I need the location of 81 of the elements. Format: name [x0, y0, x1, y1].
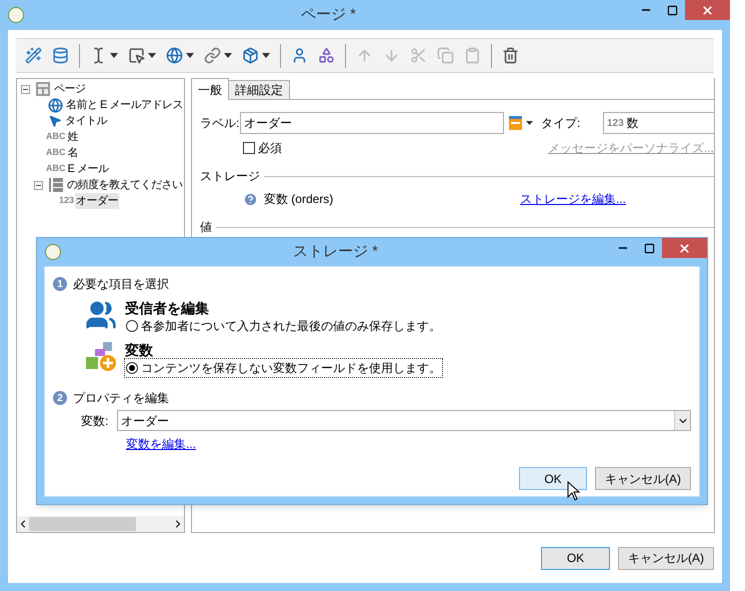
caret-icon — [262, 53, 270, 58]
step-number: 1 — [53, 277, 67, 291]
scissors-icon — [410, 47, 427, 64]
close-icon — [678, 242, 691, 254]
type-label: 123 — [59, 194, 74, 208]
type-label: ABC — [46, 146, 66, 160]
clipboard-icon — [464, 47, 481, 64]
arrow-down-icon — [383, 47, 400, 64]
package-icon — [242, 47, 259, 64]
checkbox[interactable] — [242, 142, 255, 154]
page-layout-icon — [35, 81, 51, 97]
step-title: 必要な項目を選択 — [73, 276, 169, 293]
step-title: プロパティを編集 — [73, 390, 169, 407]
caret-icon — [224, 53, 232, 58]
type-label: ABC — [46, 130, 66, 144]
wand-icon — [25, 47, 42, 64]
maximize-icon — [644, 242, 654, 254]
option-title: 変数 — [125, 341, 154, 359]
close-icon — [701, 4, 714, 16]
close-button[interactable] — [685, 0, 730, 20]
dialog-button[interactable]: OK — [519, 467, 587, 490]
field-label: タイプ: — [540, 115, 582, 132]
edit-storage-link[interactable]: ストレージを編集... — [520, 190, 626, 208]
type-input[interactable]: 123 数 — [602, 112, 714, 134]
globe-icon — [166, 47, 183, 64]
horizontal-scrollbar[interactable] — [17, 516, 184, 532]
trash-icon — [502, 47, 519, 64]
app-icon — [45, 244, 61, 260]
window-title: ページ * — [300, 4, 357, 25]
edit-variable-link[interactable]: 変数を編集... — [126, 435, 196, 453]
option-description: コンテンツを保存しない変数フィールドを使用します。 — [141, 360, 441, 377]
option-title: 受信者を編集 — [125, 299, 210, 317]
storage-value: 変数 (orders) — [264, 191, 334, 208]
app-icon — [8, 7, 24, 23]
list-icon — [48, 177, 64, 193]
user-icon — [291, 47, 308, 64]
radio-button[interactable] — [126, 320, 138, 332]
section-title: 値 — [200, 219, 212, 236]
field-label: 変数: — [81, 412, 110, 430]
link-icon — [204, 47, 221, 64]
window-title: ストレージ * — [292, 242, 379, 262]
people-icon — [85, 299, 117, 331]
shapes-icon — [318, 47, 335, 64]
radio-button[interactable] — [126, 362, 138, 374]
tree-item[interactable]: E メール — [66, 160, 110, 178]
caret-icon — [186, 53, 194, 58]
tree-item[interactable]: オーダー — [75, 192, 120, 210]
database-icon — [52, 47, 69, 64]
checkbox-label: 必須 — [258, 140, 282, 157]
help-icon — [242, 192, 258, 206]
arrow-up-icon — [356, 47, 373, 64]
tree-item[interactable]: 名 — [66, 144, 79, 162]
caret-icon — [110, 53, 118, 58]
collapse-icon[interactable] — [20, 84, 30, 94]
globe-icon — [48, 98, 63, 112]
maximize-icon — [666, 4, 678, 16]
tab[interactable]: 一般 — [190, 78, 229, 100]
collapse-icon[interactable] — [34, 180, 42, 190]
dialog-button[interactable]: キャンセル(A) — [595, 467, 691, 490]
tree-item[interactable]: 姓 — [66, 128, 79, 146]
variable-dropdown[interactable]: オーダー — [117, 410, 691, 431]
dialog-button[interactable]: キャンセル(A) — [618, 546, 714, 570]
dialog-button[interactable]: OK — [541, 546, 610, 570]
close-button[interactable] — [662, 238, 707, 258]
field-label: ラベル: — [200, 115, 240, 132]
step-number: 2 — [53, 391, 67, 405]
pointer-icon — [48, 114, 62, 128]
caret-icon — [148, 53, 156, 58]
tree-item[interactable]: ページ — [53, 80, 86, 98]
section-title: ストレージ — [200, 168, 260, 185]
personalize-icon[interactable] — [508, 116, 533, 130]
pointer-icon — [128, 47, 145, 64]
label-input[interactable]: オーダー — [240, 112, 504, 134]
tree-item[interactable]: 名前と E メールアドレス — [65, 96, 184, 114]
tree-item[interactable]: の頻度を教えてください — [66, 176, 184, 194]
copy-icon — [437, 47, 454, 64]
tab[interactable]: 詳細設定 — [228, 80, 290, 99]
variable-icon — [85, 341, 117, 373]
type-label: ABC — [46, 162, 66, 176]
tree-item[interactable]: タイトル — [64, 112, 108, 130]
option-description: 各参加者について入力された最後の値のみ保存します。 — [141, 318, 441, 335]
